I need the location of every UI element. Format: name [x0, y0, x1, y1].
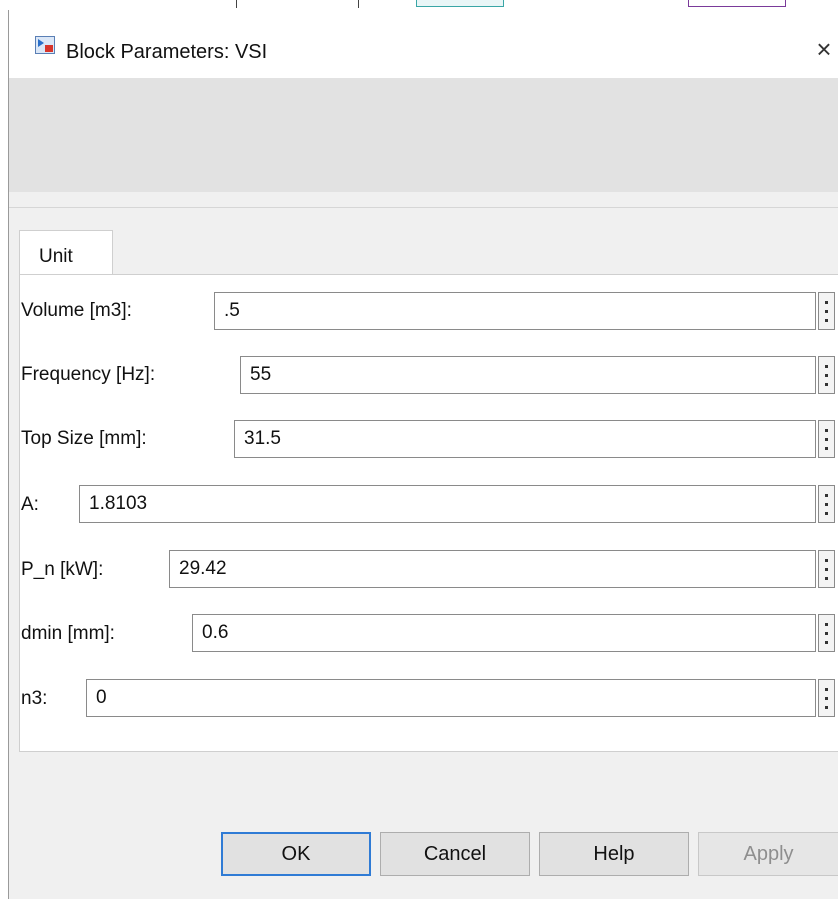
- dmin-field[interactable]: [192, 614, 816, 652]
- red-block-icon: [45, 45, 53, 52]
- help-button[interactable]: Help: [539, 832, 689, 876]
- dialog-title: Block Parameters: VSI: [66, 41, 268, 63]
- frequency-label: Frequency [Hz]:: [21, 364, 156, 385]
- canvas-line: [236, 0, 237, 8]
- simulink-block-icon: [35, 36, 55, 54]
- volume-menu-button[interactable]: [818, 292, 835, 330]
- dmin-label: dmin [mm]:: [21, 623, 115, 644]
- p-n-label: P_n [kW]:: [21, 559, 104, 580]
- parameters-panel: Volume [m3]: Frequency [Hz]: Top Size [m…: [19, 274, 838, 752]
- a-label: A:: [21, 494, 39, 515]
- divider: [9, 207, 838, 208]
- tab-label: Unit: [39, 246, 73, 267]
- n3-menu-button[interactable]: [818, 679, 835, 717]
- n3-label: n3:: [21, 688, 48, 709]
- top-size-field[interactable]: [234, 420, 816, 458]
- play-arrow-icon: [38, 39, 44, 47]
- frequency-field[interactable]: [240, 356, 816, 394]
- frequency-menu-button[interactable]: [818, 356, 835, 394]
- canvas-line: [358, 0, 359, 8]
- canvas-block: [416, 0, 504, 7]
- p-n-menu-button[interactable]: [818, 550, 835, 588]
- description-panel: [9, 78, 838, 192]
- close-icon[interactable]: ×: [809, 34, 838, 64]
- p-n-field[interactable]: [169, 550, 816, 588]
- top-size-menu-button[interactable]: [818, 420, 835, 458]
- n3-field[interactable]: [86, 679, 816, 717]
- top-size-label: Top Size [mm]:: [21, 428, 147, 449]
- title-bar[interactable]: Block Parameters: VSI ×: [9, 10, 838, 78]
- volume-label: Volume [m3]:: [21, 300, 132, 321]
- cancel-button[interactable]: Cancel: [380, 832, 530, 876]
- a-menu-button[interactable]: [818, 485, 835, 523]
- background-canvas-strip: [0, 0, 838, 10]
- canvas-block: [688, 0, 786, 7]
- ok-button[interactable]: OK: [221, 832, 371, 876]
- volume-field[interactable]: [214, 292, 816, 330]
- block-parameters-dialog: Block Parameters: VSI × Unit Volume [m3]…: [8, 10, 838, 899]
- apply-button[interactable]: Apply: [698, 832, 838, 876]
- tab-unit[interactable]: Unit: [19, 230, 113, 275]
- a-field[interactable]: [79, 485, 816, 523]
- dmin-menu-button[interactable]: [818, 614, 835, 652]
